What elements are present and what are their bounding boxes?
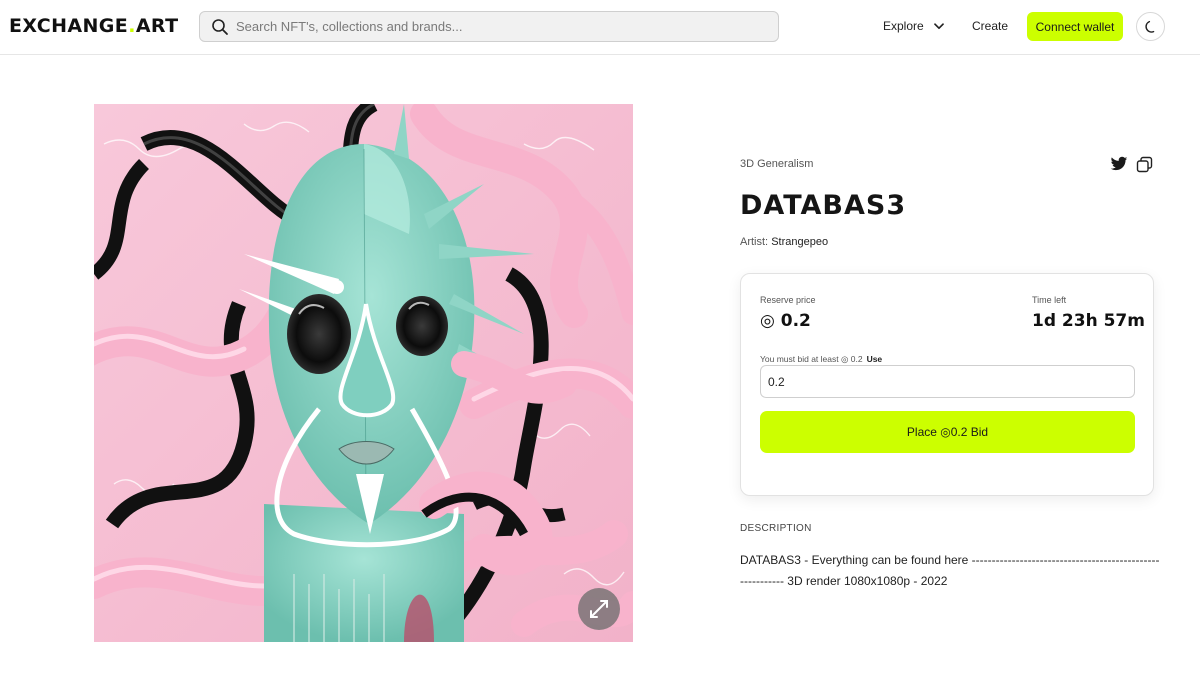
artwork-title: DATABAS3 [740,190,907,221]
minimum-bid-hint: You must bid at least ◎ 0.2 Use [760,354,882,365]
artist-line: Artist: Strangepeo [740,236,828,248]
minimum-bid-text: You must bid at least ◎ 0.2 [760,354,863,364]
bid-card: Reserve price ◎ 0.2 Time left 1d 23h 57m… [740,273,1154,496]
artwork-illustration [94,104,633,642]
expand-icon [590,600,608,618]
artist-label: Artist: [740,236,769,248]
bid-amount-input[interactable] [760,365,1135,398]
moon-icon [1144,20,1154,33]
description-heading: DESCRIPTION [740,523,812,534]
time-left-value: 1d 23h 57m [1032,311,1145,331]
place-bid-button[interactable]: Place ◎0.2 Bid [760,411,1135,453]
artist-name-link[interactable]: Strangepeo [771,236,828,248]
nft-artwork-image[interactable] [94,104,633,642]
logo-suffix: ART [135,15,179,37]
search-bar[interactable] [199,11,779,42]
reserve-price-value: ◎ 0.2 [760,311,811,331]
chevron-down-icon [933,22,944,29]
time-left-label: Time left [1032,295,1067,305]
reserve-price-label: Reserve price [760,295,816,305]
logo-dot: . [128,15,136,37]
search-icon [212,19,228,35]
exchange-art-logo[interactable]: EXCHANGE.ART [9,15,178,37]
nav-explore-label: Explore [883,19,924,33]
nav-create-link[interactable]: Create [972,19,1008,33]
expand-artwork-button[interactable] [578,588,620,630]
theme-toggle-button[interactable] [1136,12,1165,41]
nav-explore-dropdown[interactable]: Explore [883,19,944,33]
use-minimum-bid-link[interactable]: Use [867,354,883,364]
copy-icon[interactable] [1136,156,1153,173]
top-navigation-bar: EXCHANGE.ART Explore Create Connect wall… [0,0,1200,55]
description-text: DATABAS3 - Everything can be found here … [740,553,1160,588]
connect-wallet-button[interactable]: Connect wallet [1027,12,1123,41]
logo-prefix: EXCHANGE [9,15,129,37]
search-input[interactable] [236,13,766,40]
artwork-category[interactable]: 3D Generalism [740,158,813,170]
twitter-icon[interactable] [1110,155,1128,173]
